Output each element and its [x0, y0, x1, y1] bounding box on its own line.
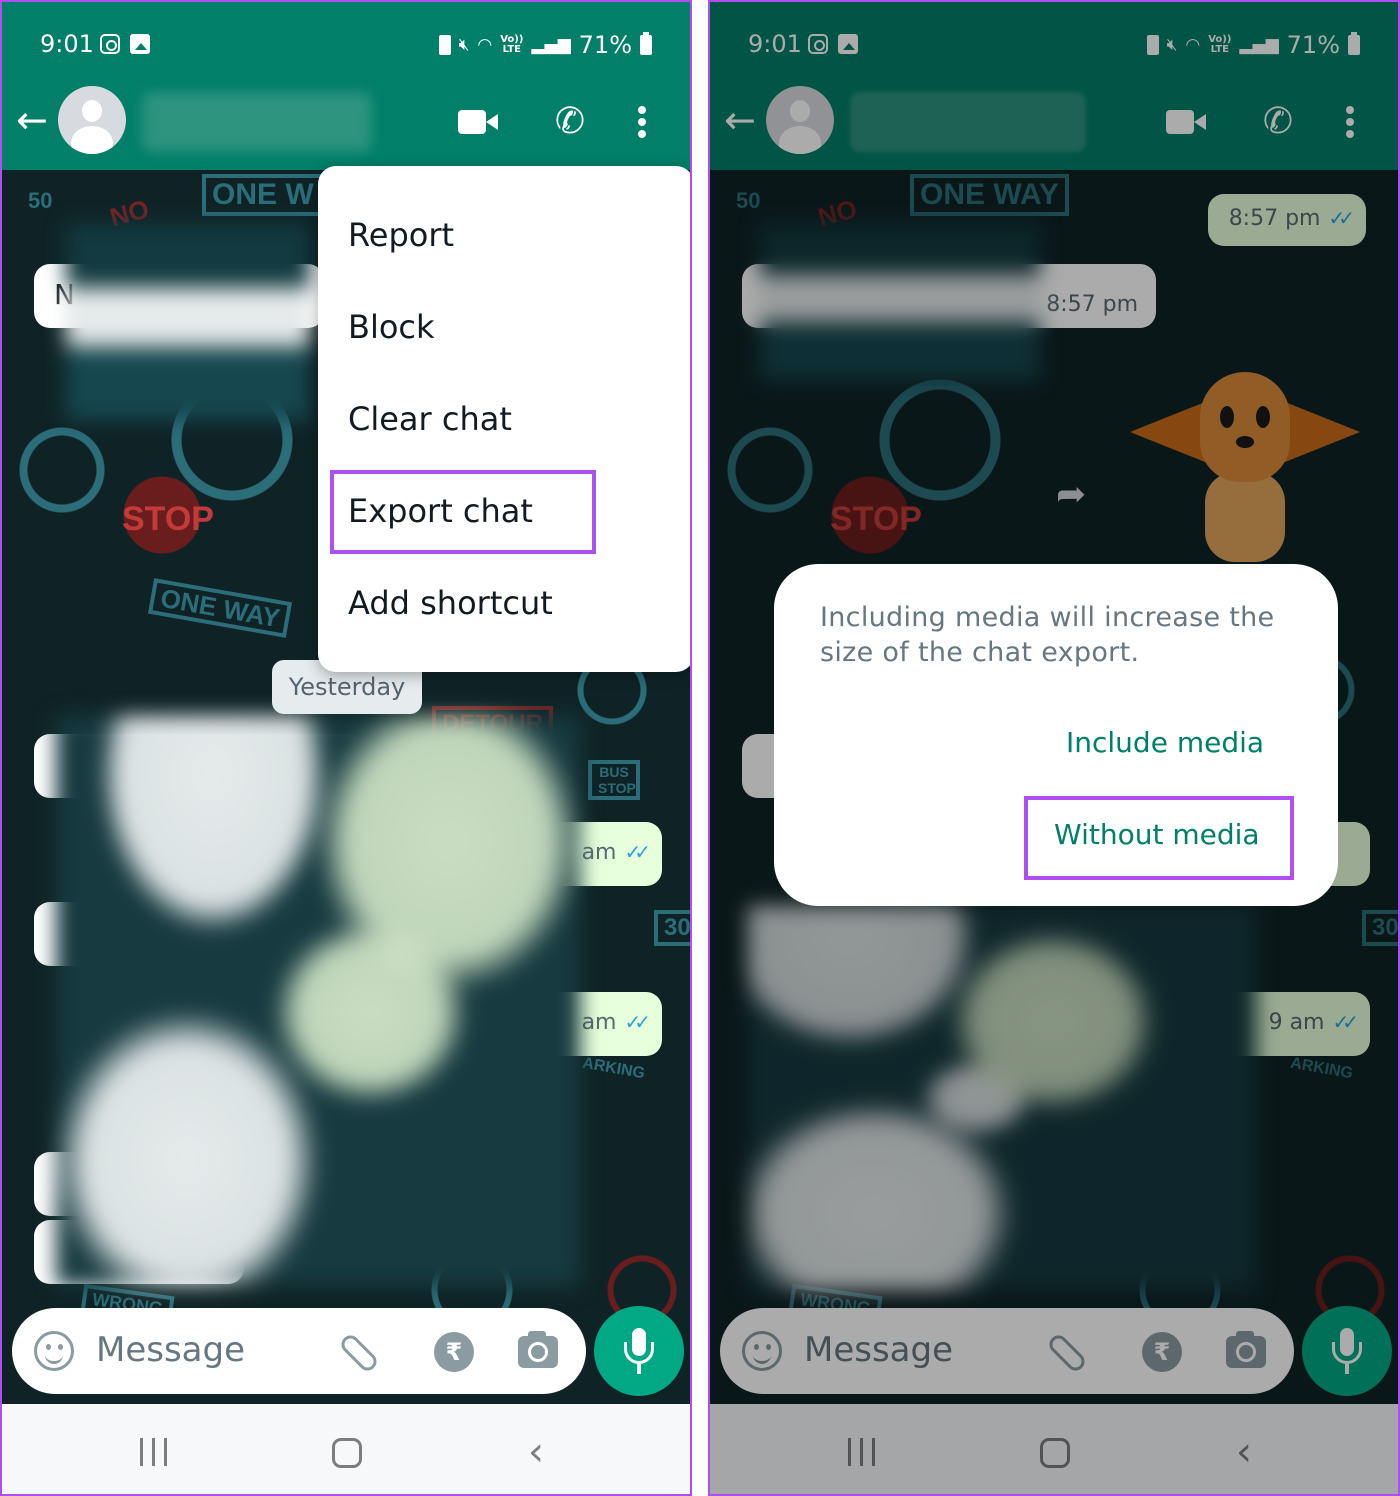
- payment-icon[interactable]: ₹: [434, 1332, 474, 1372]
- system-nav-bar: ‹: [2, 1404, 690, 1494]
- more-options-icon[interactable]: [632, 102, 652, 142]
- highlight-annotation: [1024, 796, 1294, 880]
- message-composer: Message ₹: [12, 1308, 586, 1394]
- emoji-icon[interactable]: [34, 1331, 74, 1371]
- battery-saver-icon: [438, 35, 451, 55]
- signal-icon: ▂▄▆: [531, 35, 571, 55]
- redacted-content: [66, 224, 310, 420]
- wallpaper-sign: ONE W: [202, 174, 324, 216]
- voice-call-icon[interactable]: ✆: [550, 102, 590, 142]
- contact-name-redacted[interactable]: [142, 92, 372, 152]
- gallery-icon: [130, 34, 150, 54]
- back-arrow-icon[interactable]: ←: [16, 100, 56, 140]
- home-button[interactable]: [332, 1438, 362, 1468]
- nav-back-button[interactable]: ‹: [528, 1432, 544, 1472]
- read-receipt-icon: ✓✓: [624, 840, 650, 864]
- phone-screen-dialog: ONE WAY 50 NO STOP 30 ARKING WRONG 8:57 …: [708, 0, 1400, 1496]
- menu-item-clear-chat[interactable]: Clear chat: [348, 400, 512, 438]
- redacted-content: [56, 716, 580, 1286]
- wallpaper-sign: ARKING: [581, 1054, 647, 1083]
- include-media-button[interactable]: Include media: [1066, 726, 1264, 759]
- voice-message-button[interactable]: [594, 1306, 684, 1396]
- menu-item-add-shortcut[interactable]: Add shortcut: [348, 584, 553, 622]
- battery-percent: 71%: [578, 31, 632, 59]
- video-call-icon[interactable]: [458, 102, 498, 142]
- avatar[interactable]: [58, 86, 126, 154]
- status-bar: 9:01 🔇︎ ◠ Vo)) LTE ▂▄▆ 71%: [2, 28, 690, 62]
- wallpaper-sign: 50: [28, 188, 53, 213]
- menu-item-block[interactable]: Block: [348, 308, 435, 346]
- overflow-menu: Report Block Clear chat Export chat Add …: [318, 166, 690, 672]
- message-time: am ✓✓: [581, 1010, 651, 1035]
- wifi-icon: ◠: [477, 35, 493, 55]
- mute-icon: 🔇︎: [458, 35, 470, 55]
- recent-apps-button[interactable]: [140, 1438, 170, 1468]
- export-chat-dialog: Including media will increase the size o…: [774, 564, 1338, 906]
- attach-icon[interactable]: [337, 1331, 381, 1375]
- wallpaper-sign: STOP: [122, 500, 214, 538]
- battery-icon: [640, 32, 652, 55]
- wallpaper-sign: 30: [654, 910, 690, 946]
- volte-icon: Vo)) LTE: [500, 34, 524, 55]
- wallpaper-sign: ONE WAY: [147, 578, 293, 638]
- read-receipt-icon: ✓✓: [624, 1010, 650, 1034]
- chat-header: ← ✆: [2, 82, 690, 162]
- wallpaper-sign: BUS STOP: [588, 760, 640, 800]
- message-input[interactable]: Message: [96, 1330, 245, 1370]
- highlight-annotation: [330, 470, 596, 554]
- dialog-message: Including media will increase the size o…: [820, 602, 1275, 668]
- camera-icon[interactable]: [518, 1331, 558, 1368]
- message-time: am ✓✓: [581, 840, 651, 865]
- phone-screen-menu: ONE W 50 NO STOP ONE WAY DETOUR BUS STOP…: [0, 0, 692, 1496]
- status-time: 9:01: [40, 30, 94, 58]
- app-bar: 9:01 🔇︎ ◠ Vo)) LTE ▂▄▆ 71% ← ✆: [2, 2, 690, 170]
- instagram-icon: [100, 34, 120, 54]
- menu-item-report[interactable]: Report: [348, 216, 454, 254]
